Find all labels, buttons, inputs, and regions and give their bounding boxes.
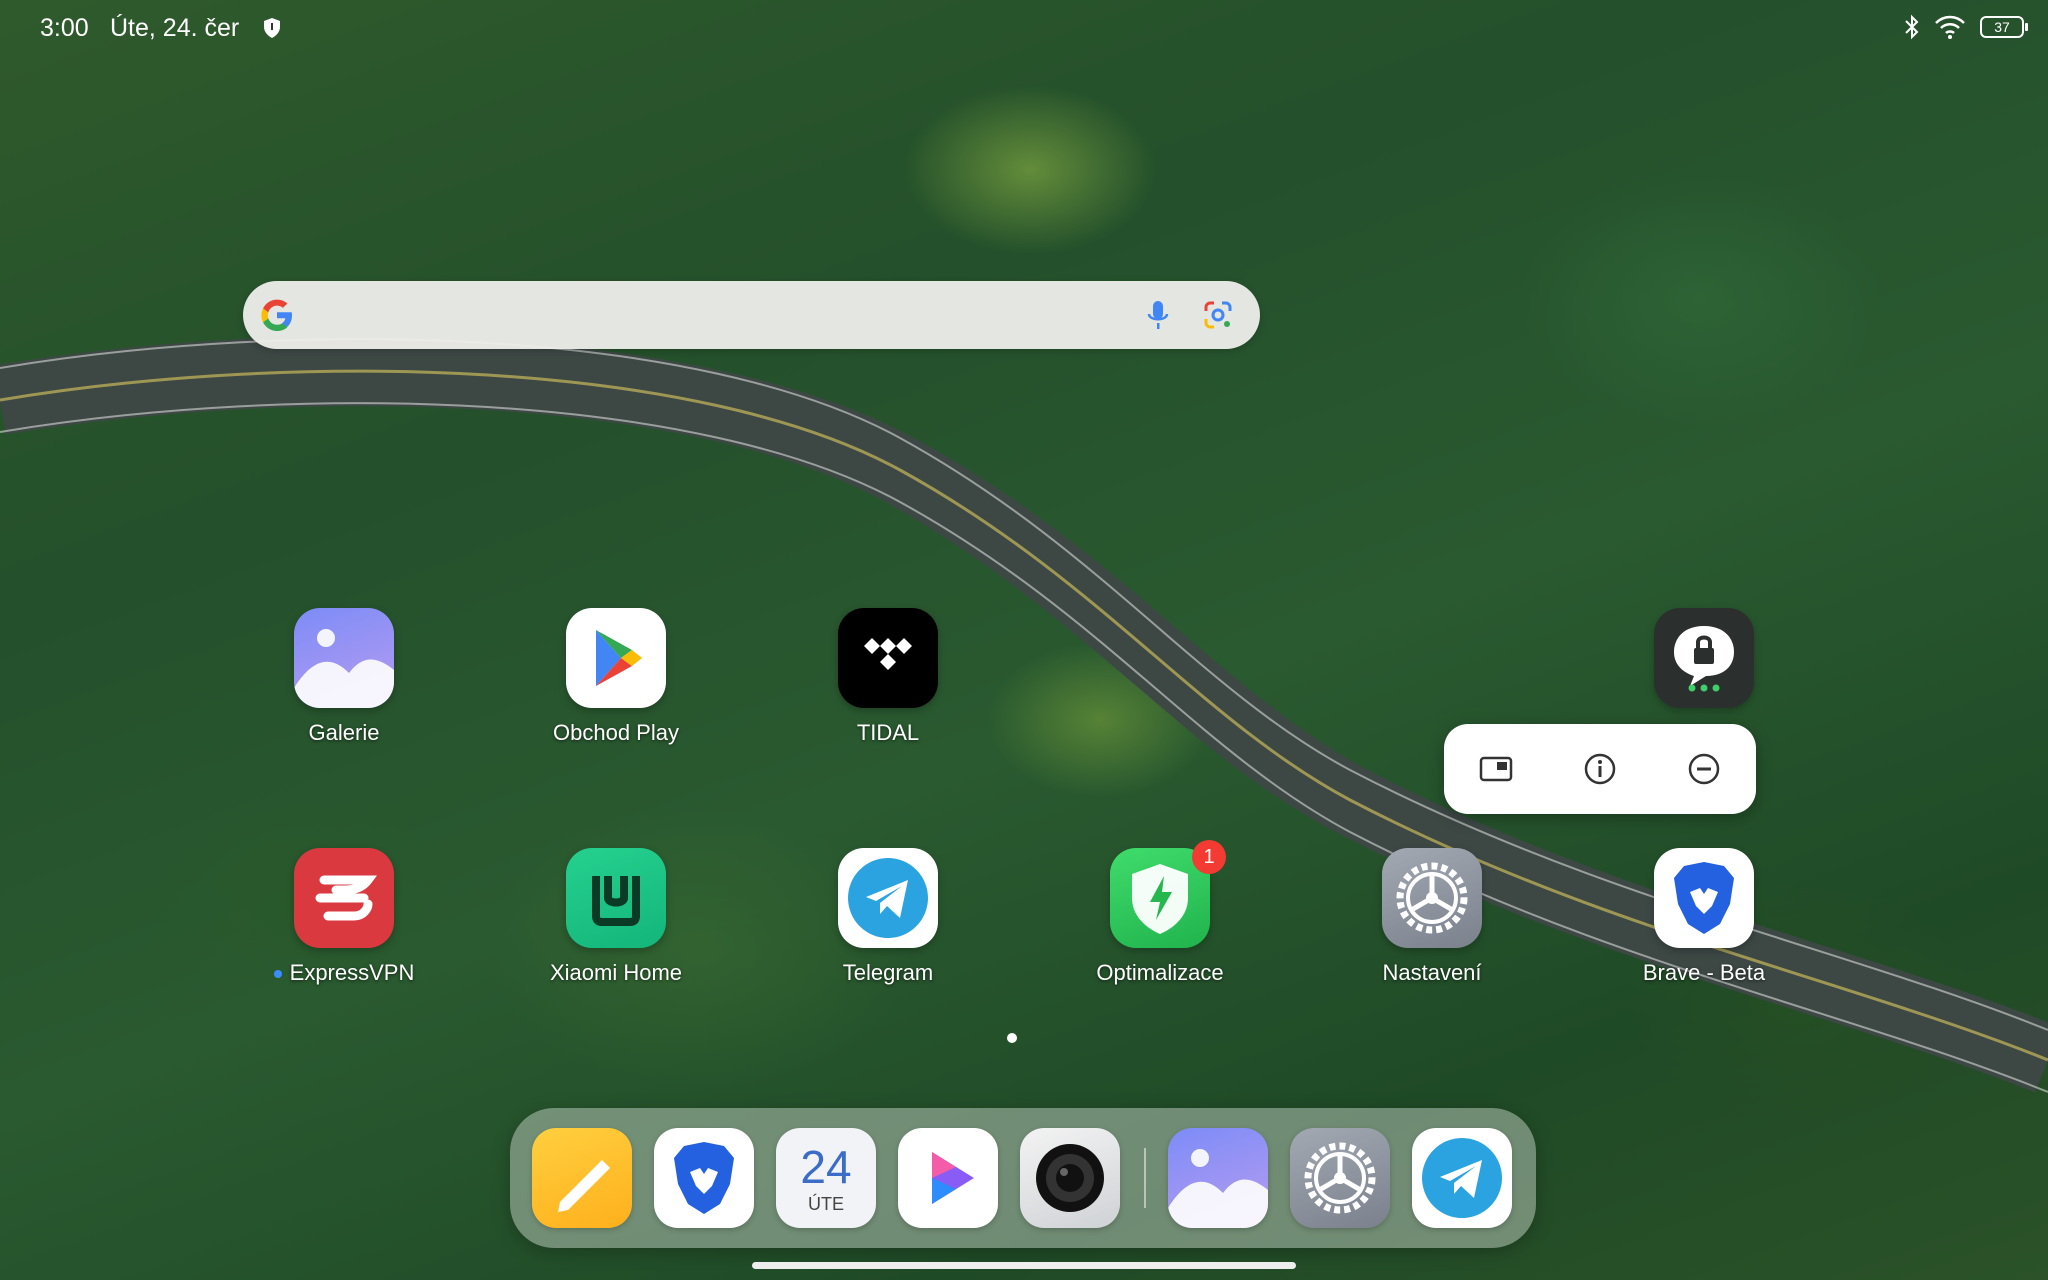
app-label: TIDAL bbox=[856, 720, 920, 745]
app-telegram[interactable]: Telegram bbox=[778, 848, 998, 986]
remove-button[interactable] bbox=[1679, 744, 1729, 794]
dock-telegram[interactable] bbox=[1412, 1128, 1512, 1228]
wifi-icon bbox=[1935, 15, 1965, 39]
mic-icon[interactable] bbox=[1146, 299, 1170, 333]
home-gesture-bar[interactable] bbox=[752, 1262, 1296, 1269]
dock-gallery[interactable] bbox=[1168, 1128, 1268, 1228]
calendar-weekday: ÚTE bbox=[808, 1194, 844, 1214]
app-context-popup bbox=[1444, 724, 1756, 814]
app-label: ExpressVPN bbox=[289, 960, 415, 985]
app-label: Optimalizace bbox=[1096, 960, 1224, 985]
info-icon bbox=[1584, 753, 1616, 785]
app-label: Xiaomi Home bbox=[549, 960, 683, 985]
settings-gear-icon bbox=[1382, 848, 1482, 948]
app-obchod-play[interactable]: Obchod Play bbox=[506, 608, 726, 746]
status-bar: 3:00 Úte, 24. čer 37 bbox=[0, 0, 2048, 56]
app-galerie[interactable]: Galerie bbox=[234, 608, 454, 746]
dock-video-player[interactable] bbox=[898, 1128, 998, 1228]
widget-button[interactable] bbox=[1471, 744, 1521, 794]
new-app-dot bbox=[273, 970, 282, 979]
telegram-icon bbox=[1422, 1138, 1502, 1218]
widget-icon bbox=[1479, 756, 1513, 782]
app-info-button[interactable] bbox=[1575, 744, 1625, 794]
video-player-icon bbox=[932, 1152, 974, 1204]
battery-indicator: 37 bbox=[1980, 16, 2028, 38]
brave-lion-icon bbox=[674, 1142, 734, 1214]
dock-camera[interactable] bbox=[1020, 1128, 1120, 1228]
google-search-bar[interactable] bbox=[243, 281, 1260, 349]
dock-brave[interactable] bbox=[654, 1128, 754, 1228]
dock-settings[interactable] bbox=[1290, 1128, 1390, 1228]
app-label: Obchod Play bbox=[553, 720, 679, 745]
app-lock-chat[interactable] bbox=[1594, 608, 1814, 708]
dock-notes[interactable] bbox=[532, 1128, 632, 1228]
calendar-day-number: 24 bbox=[800, 1141, 852, 1193]
notes-icon bbox=[558, 1160, 610, 1212]
remove-icon bbox=[1688, 753, 1720, 785]
app-brave-beta[interactable]: Brave - Beta bbox=[1594, 848, 1814, 986]
gallery-icon bbox=[1168, 1149, 1268, 1228]
bluetooth-icon bbox=[1905, 14, 1919, 40]
settings-gear-icon bbox=[1304, 1142, 1376, 1214]
xiaomi-home-icon bbox=[566, 848, 666, 948]
play-store-icon bbox=[566, 608, 666, 708]
dock-separator bbox=[1144, 1148, 1146, 1208]
app-nastaveni[interactable]: Nastavení bbox=[1322, 848, 1542, 986]
app-xiaomi-home[interactable]: Xiaomi Home bbox=[506, 848, 726, 986]
page-indicator[interactable] bbox=[1007, 1033, 1017, 1043]
shield-icon bbox=[264, 18, 280, 38]
security-shield-icon: 1 bbox=[1110, 840, 1226, 948]
dock-calendar[interactable]: 24 ÚTE bbox=[776, 1128, 876, 1228]
gallery-icon bbox=[294, 608, 394, 708]
expressvpn-icon bbox=[294, 848, 394, 948]
app-tidal[interactable]: TIDAL bbox=[778, 608, 998, 746]
app-lock-icon bbox=[1654, 608, 1754, 708]
app-optimalizace[interactable]: 1 Optimalizace bbox=[1050, 840, 1270, 986]
dock: 24 ÚTE bbox=[510, 1108, 1536, 1248]
google-lens-icon[interactable] bbox=[1202, 299, 1234, 331]
tidal-icon bbox=[838, 608, 938, 708]
status-date: Úte, 24. čer bbox=[110, 14, 240, 42]
status-time: 3:00 bbox=[40, 14, 89, 42]
app-expressvpn[interactable]: ExpressVPN bbox=[234, 848, 454, 986]
notification-badge: 1 bbox=[1192, 840, 1226, 874]
camera-icon bbox=[1036, 1144, 1104, 1212]
telegram-icon bbox=[838, 848, 938, 948]
app-label: Brave - Beta bbox=[1642, 960, 1766, 985]
app-label: Telegram bbox=[842, 960, 934, 985]
google-logo-icon bbox=[261, 299, 292, 331]
brave-lion-icon bbox=[1654, 848, 1754, 948]
app-label: Galerie bbox=[308, 720, 380, 745]
app-label: Nastavení bbox=[1382, 960, 1482, 985]
